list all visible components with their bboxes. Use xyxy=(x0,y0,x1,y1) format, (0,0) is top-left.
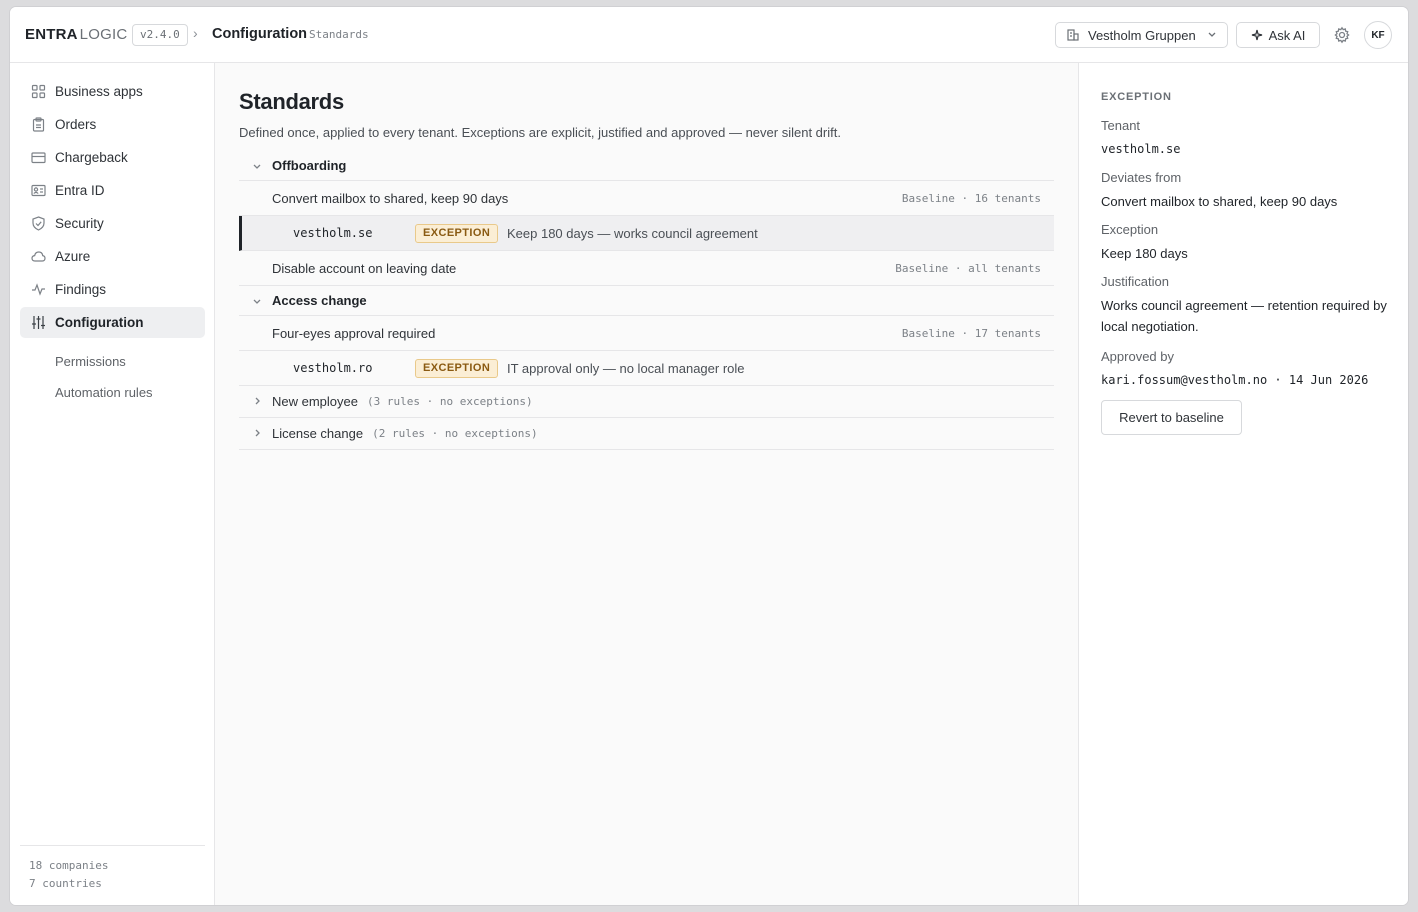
breadcrumb-sub: Standards xyxy=(309,28,369,41)
group-meta: (2 rules · no exceptions) xyxy=(372,427,538,440)
tenant-selector[interactable]: Vestholm Gruppen xyxy=(1055,22,1228,48)
sidebar-footer: 18 companies 7 countries xyxy=(20,845,205,893)
version-badge: v2.4.0 xyxy=(132,24,188,46)
sparkle-icon xyxy=(1251,29,1263,41)
rule-row[interactable]: Convert mailbox to shared, keep 90 days … xyxy=(239,181,1054,216)
group-header-offboarding[interactable]: Offboarding xyxy=(239,151,1054,181)
activity-icon xyxy=(31,282,46,297)
breadcrumb-separator: › xyxy=(193,25,198,41)
sidebar-item-label: Entra ID xyxy=(55,183,105,198)
sidebar-subitem-permissions[interactable]: Permissions xyxy=(55,354,126,369)
tenant-label: Tenant xyxy=(1101,118,1141,133)
approved-value: kari.fossum@vestholm.no · 14 Jun 2026 xyxy=(1101,373,1369,387)
main-content: Standards Defined once, applied to every… xyxy=(216,63,1078,905)
approved-label: Approved by xyxy=(1101,349,1174,364)
exception-tenant: vestholm.se xyxy=(293,226,373,240)
sidebar-item-label: Findings xyxy=(55,282,107,297)
cloud-icon xyxy=(31,249,46,264)
sidebar: Business apps Orders Chargeback Entra ID… xyxy=(10,63,215,905)
ask-ai-label: Ask AI xyxy=(1268,27,1306,43)
exception-detail-panel: EXCEPTION Tenant vestholm.se Deviates fr… xyxy=(1078,63,1408,905)
chevron-down-icon xyxy=(252,296,262,306)
sidebar-item-label: Orders xyxy=(55,117,97,132)
group-name: New employee xyxy=(272,394,358,409)
rule-row[interactable]: Disable account on leaving date Baseline… xyxy=(239,251,1054,286)
sidebar-item-label: Chargeback xyxy=(55,150,128,165)
rule-name: Convert mailbox to shared, keep 90 days xyxy=(272,190,509,206)
sidebar-item-label: Business apps xyxy=(55,84,143,99)
group-meta: (3 rules · no exceptions) xyxy=(367,395,533,408)
breadcrumb-current[interactable]: Configuration xyxy=(212,26,307,42)
sidebar-subitem-automation-rules[interactable]: Automation rules xyxy=(55,385,153,400)
sidebar-item-business-apps[interactable]: Business apps xyxy=(20,76,205,107)
exception-tenant: vestholm.ro xyxy=(293,361,373,375)
exception-badge: EXCEPTION xyxy=(415,359,499,378)
deviates-value: Convert mailbox to shared, keep 90 days xyxy=(1101,194,1338,209)
rule-row[interactable]: Four-eyes approval required Baseline · 1… xyxy=(239,316,1054,351)
group-header-access-change[interactable]: Access change xyxy=(239,286,1054,316)
exception-label: Exception xyxy=(1101,222,1159,237)
id-card-icon xyxy=(31,183,46,198)
countries-count: 7 countries xyxy=(29,877,102,890)
brand-primary: ENTRA xyxy=(25,26,78,43)
user-avatar[interactable]: KF xyxy=(1364,21,1392,49)
page-description: Defined once, applied to every tenant. E… xyxy=(239,125,841,140)
rule-name: Four-eyes approval required xyxy=(272,325,436,341)
exception-value: Keep 180 days xyxy=(1101,246,1188,261)
tenant-selector-label: Vestholm Gruppen xyxy=(1088,27,1196,43)
tenant-value: vestholm.se xyxy=(1101,142,1181,156)
rule-meta: Baseline · 16 tenants xyxy=(901,191,1041,205)
chevron-down-icon xyxy=(252,161,262,171)
credit-card-icon xyxy=(31,150,46,165)
sidebar-item-label: Configuration xyxy=(55,315,144,330)
rule-meta: Baseline · 17 tenants xyxy=(901,326,1041,340)
top-bar: ENTRA LOGIC v2.4.0 › Configuration Standa… xyxy=(10,7,1408,63)
brand-logo[interactable]: ENTRA LOGIC xyxy=(25,26,127,43)
chevron-right-icon xyxy=(252,428,262,438)
rule-meta: Baseline · all tenants xyxy=(895,261,1041,275)
sidebar-item-orders[interactable]: Orders xyxy=(20,109,205,140)
sidebar-item-configuration[interactable]: Configuration xyxy=(20,307,205,338)
group-name: License change xyxy=(272,426,364,441)
rule-name: Disable account on leaving date xyxy=(272,260,457,276)
sidebar-item-entra-id[interactable]: Entra ID xyxy=(20,175,205,206)
exception-text: Keep 180 days — works council agreement xyxy=(507,225,758,241)
deviates-label: Deviates from xyxy=(1101,170,1182,185)
page-title: Standards xyxy=(239,89,344,114)
revert-to-baseline-button[interactable]: Revert to baseline xyxy=(1101,400,1242,435)
exception-text: IT approval only — no local manager role xyxy=(507,360,745,376)
exception-row-selected[interactable]: vestholm.se EXCEPTION Keep 180 days — wo… xyxy=(239,216,1054,251)
sidebar-item-chargeback[interactable]: Chargeback xyxy=(20,142,205,173)
chevron-down-icon xyxy=(1207,29,1217,39)
sidebar-item-findings[interactable]: Findings xyxy=(20,274,205,305)
building-icon xyxy=(1066,28,1080,42)
justification-value: Works council agreement — retention requ… xyxy=(1101,298,1387,334)
sidebar-item-label: Azure xyxy=(55,249,91,264)
sidebar-item-azure[interactable]: Azure xyxy=(20,241,205,272)
standards-list: Offboarding Convert mailbox to shared, k… xyxy=(239,151,1054,450)
companies-count: 18 companies xyxy=(29,859,109,872)
shield-icon xyxy=(31,216,46,231)
gear-icon[interactable] xyxy=(1333,26,1351,44)
group-name: Offboarding xyxy=(272,158,347,173)
sidebar-item-security[interactable]: Security xyxy=(20,208,205,239)
ask-ai-button[interactable]: Ask AI xyxy=(1236,22,1320,48)
exception-row[interactable]: vestholm.ro EXCEPTION IT approval only —… xyxy=(239,351,1054,386)
group-header-license-change[interactable]: License change (2 rules · no exceptions) xyxy=(239,418,1054,450)
grid-icon xyxy=(31,84,46,99)
brand-secondary: LOGIC xyxy=(79,26,128,43)
panel-heading: EXCEPTION xyxy=(1101,91,1172,103)
sliders-icon xyxy=(31,315,46,330)
exception-badge: EXCEPTION xyxy=(415,224,499,243)
chevron-right-icon xyxy=(252,396,262,406)
group-header-new-employee[interactable]: New employee (3 rules · no exceptions) xyxy=(239,386,1054,418)
clipboard-icon xyxy=(31,117,46,132)
group-name: Access change xyxy=(272,293,367,308)
app-window: ENTRA LOGIC v2.4.0 › Configuration Standa… xyxy=(10,7,1408,905)
justification-label: Justification xyxy=(1101,274,1169,289)
sidebar-item-label: Security xyxy=(55,216,104,231)
